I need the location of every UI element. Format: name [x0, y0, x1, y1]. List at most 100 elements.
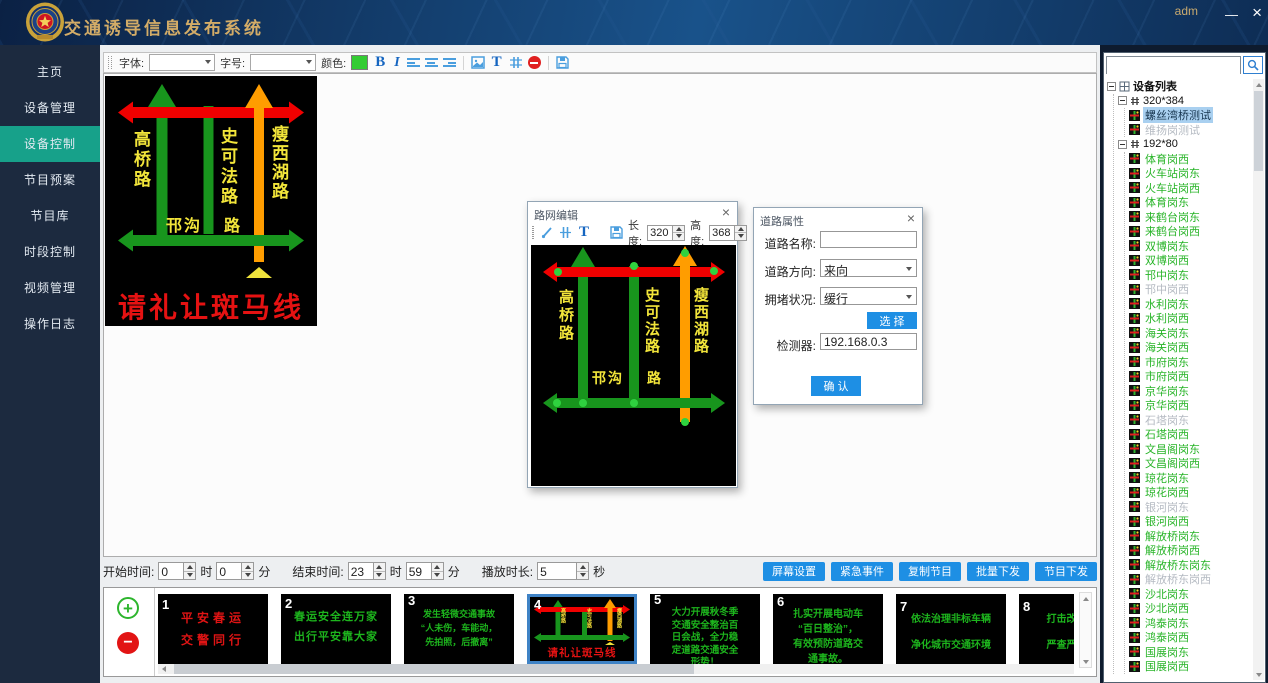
align-left-icon[interactable] — [407, 57, 420, 68]
led-sign-preview[interactable]: 高桥路 史可法路 瘦西湖路 邗沟 路 请礼让斑马线 — [105, 76, 317, 326]
device-row[interactable]: 解放桥岗东 — [1129, 529, 1253, 544]
sidebar-item[interactable]: 时段控制 — [0, 234, 100, 270]
program-thumbnail[interactable]: 7 依法治理非标车辆 净化城市交通环境 — [896, 594, 1006, 664]
device-row[interactable]: 解放桥东岗西 — [1129, 572, 1253, 587]
scroll-left-arrow[interactable] — [158, 664, 169, 674]
device-row[interactable]: 来鹤台岗东 — [1129, 210, 1253, 225]
confirm-button[interactable]: 确 认 — [811, 376, 861, 396]
align-right-icon[interactable] — [443, 57, 456, 68]
sidebar-item[interactable]: 视频管理 — [0, 270, 100, 306]
device-row[interactable]: 来鹤台岗西 — [1129, 224, 1253, 239]
sidebar-item[interactable]: 设备管理 — [0, 90, 100, 126]
draw-road-icon[interactable] — [541, 226, 554, 239]
device-row[interactable]: 石塔岗西 — [1129, 427, 1253, 442]
close-icon[interactable]: × — [722, 205, 730, 219]
road-network-icon[interactable] — [509, 56, 523, 69]
program-thumbnail[interactable]: 1 平安春运 交警同行 — [158, 594, 268, 664]
program-thumbnail[interactable]: 4 — [527, 594, 637, 664]
congestion-select[interactable]: 缓行 — [820, 287, 917, 305]
device-row[interactable]: 沙北岗西 — [1129, 601, 1253, 616]
tree-group-row[interactable]: 192*80 — [1118, 137, 1253, 152]
scroll-up-arrow[interactable] — [1080, 593, 1091, 604]
device-row[interactable]: 火车站岗东 — [1129, 166, 1253, 181]
tree-root-row[interactable]: 设备列表 — [1107, 79, 1253, 94]
save-icon[interactable] — [556, 56, 569, 69]
program-thumbnail[interactable]: 5 大力开展秋冬季 交通安全整治百 日会战，全力稳 定道路交通安全 形势！ — [650, 594, 760, 664]
device-row[interactable]: 京华岗西 — [1129, 398, 1253, 413]
sidebar-item[interactable]: 操作日志 — [0, 306, 100, 342]
remove-program-button[interactable]: − — [117, 632, 139, 654]
road-name-input[interactable] — [820, 231, 917, 248]
font-select[interactable] — [149, 54, 215, 71]
scroll-down-arrow[interactable] — [1080, 656, 1091, 667]
action-button[interactable]: 紧急事件 — [831, 562, 893, 581]
road-network-edit-canvas[interactable]: 高桥路 史可法路 瘦西湖路 邗沟 路 — [531, 245, 736, 486]
minimize-button[interactable]: — — [1225, 8, 1238, 21]
start-hour-spinner[interactable]: 0 — [158, 562, 196, 580]
tree-vertical-scrollbar[interactable] — [1253, 79, 1264, 680]
insert-image-icon[interactable] — [471, 56, 485, 69]
device-row[interactable]: 市府岗西 — [1129, 369, 1253, 384]
scrollbar-thumb[interactable] — [1254, 91, 1263, 171]
logged-in-user[interactable]: adm — [1175, 4, 1198, 18]
device-row[interactable]: 沙北岗东 — [1129, 587, 1253, 602]
device-row[interactable]: 螺丝湾桥测试 — [1129, 108, 1253, 123]
device-row[interactable]: 石塔岗东 — [1129, 413, 1253, 428]
delete-icon[interactable] — [528, 56, 541, 69]
device-row[interactable]: 体育岗东 — [1129, 195, 1253, 210]
device-row[interactable]: 京华岗东 — [1129, 384, 1253, 399]
device-row[interactable]: 水利岗西 — [1129, 311, 1253, 326]
add-program-button[interactable]: + — [117, 597, 139, 619]
italic-button[interactable]: I — [392, 55, 401, 71]
bold-button[interactable]: B — [373, 54, 387, 71]
end-hour-spinner[interactable]: 23 — [348, 562, 386, 580]
device-row[interactable]: 鸿泰岗东 — [1129, 616, 1253, 631]
action-button[interactable]: 批量下发 — [967, 562, 1029, 581]
device-row[interactable]: 国展岗西 — [1129, 659, 1253, 674]
device-row[interactable]: 琼花岗西 — [1129, 485, 1253, 500]
close-icon[interactable]: × — [907, 211, 915, 225]
scroll-down-arrow[interactable] — [1253, 669, 1264, 680]
sidebar-item[interactable]: 设备控制 — [0, 126, 100, 162]
device-row[interactable]: 双博岗东 — [1129, 239, 1253, 254]
tree-group-row[interactable]: 320*384 — [1118, 94, 1253, 109]
device-row[interactable]: 维扬岗测试 — [1129, 123, 1253, 138]
crossing-icon[interactable] — [559, 226, 572, 239]
device-row[interactable]: 邗中岗东 — [1129, 268, 1253, 283]
device-row[interactable]: 解放桥东岗东 — [1129, 558, 1253, 573]
program-thumbnail[interactable]: 3 发生轻微交通事故 “人未伤，车能动， 先拍照，后撤离” — [404, 594, 514, 664]
scrollbar-thumb[interactable] — [174, 664, 694, 674]
device-row[interactable]: 银河岗东 — [1129, 500, 1253, 515]
device-row[interactable]: 国展岗东 — [1129, 645, 1253, 660]
collapse-icon[interactable] — [1118, 140, 1127, 149]
action-button[interactable]: 屏幕设置 — [763, 562, 825, 581]
device-row[interactable]: 火车站岗西 — [1129, 181, 1253, 196]
search-input[interactable] — [1107, 59, 1240, 75]
duration-spinner[interactable]: 5 — [537, 562, 589, 580]
device-row[interactable]: 解放桥岗西 — [1129, 543, 1253, 558]
length-spinner[interactable]: 320 — [647, 225, 685, 241]
device-row[interactable]: 市府岗东 — [1129, 355, 1253, 370]
close-button[interactable]: × — [1252, 4, 1262, 21]
save-icon[interactable] — [610, 226, 623, 239]
start-minute-spinner[interactable]: 0 — [216, 562, 254, 580]
device-row[interactable]: 海关岗东 — [1129, 326, 1253, 341]
program-thumbnail[interactable]: 2 春运安全连万家 出行平安靠大家 — [281, 594, 391, 664]
font-size-select[interactable] — [250, 54, 316, 71]
device-row[interactable]: 文昌阁岗东 — [1129, 442, 1253, 457]
road-direction-select[interactable]: 来向 — [820, 259, 917, 277]
device-row[interactable]: 体育岗西 — [1129, 152, 1253, 167]
color-swatch[interactable] — [351, 55, 368, 70]
program-thumbnail[interactable]: 8 打击改装“炸 严查严处“机 — [1019, 594, 1074, 664]
height-spinner[interactable]: 368 — [709, 225, 747, 241]
select-detector-button[interactable]: 选 择 — [867, 312, 917, 329]
action-button[interactable]: 复制节目 — [899, 562, 961, 581]
text-tool-button[interactable]: T — [490, 54, 504, 71]
program-thumbnail[interactable]: 6 扎实开展电动车 “百日整治”， 有效预防道路交 通事故。 — [773, 594, 883, 664]
detector-input[interactable] — [820, 333, 917, 350]
device-row[interactable]: 水利岗东 — [1129, 297, 1253, 312]
scroll-up-arrow[interactable] — [1253, 79, 1264, 90]
text-tool-button[interactable]: T — [577, 224, 591, 241]
device-row[interactable]: 双博岗西 — [1129, 253, 1253, 268]
sidebar-item[interactable]: 主页 — [0, 54, 100, 90]
